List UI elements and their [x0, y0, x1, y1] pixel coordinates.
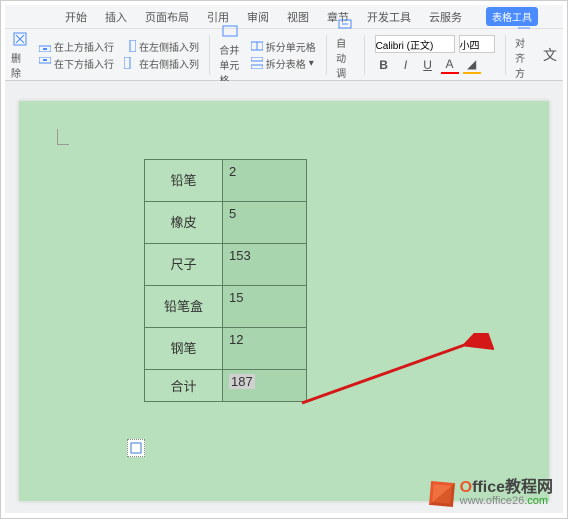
table-row: 铅笔2	[145, 160, 307, 202]
autofit-icon	[336, 15, 354, 33]
cell-name[interactable]: 尺子	[145, 244, 223, 286]
page-options-button[interactable]	[127, 439, 145, 457]
table-row: 尺子153	[145, 244, 307, 286]
tab-developer[interactable]: 开发工具	[367, 9, 411, 25]
tab-view[interactable]: 视图	[287, 9, 309, 25]
font-color-button[interactable]: A	[441, 56, 459, 74]
watermark-title: Office教程网	[460, 480, 553, 496]
cell-value[interactable]: 5	[223, 202, 307, 244]
paragraph-mark	[57, 129, 69, 145]
data-table[interactable]: 铅笔2 橡皮5 尺子153 铅笔盒15 钢笔12 合计 187	[144, 159, 307, 402]
font-size-select[interactable]	[459, 35, 495, 53]
total-label[interactable]: 合计	[145, 370, 223, 402]
ribbon-tabs: 开始 插入 页面布局 引用 审阅 视图 章节 开发工具 云服务 表格工具	[5, 5, 563, 29]
tab-start[interactable]: 开始	[65, 9, 87, 25]
annotation-arrow	[294, 333, 494, 433]
align-icon	[515, 15, 533, 33]
tab-cloud[interactable]: 云服务	[429, 9, 462, 25]
total-cell[interactable]: 187	[223, 370, 307, 402]
text-direction[interactable]: 文	[543, 45, 557, 65]
font-family-select[interactable]	[375, 35, 455, 53]
insert-row-below[interactable]: 在下方插入行	[39, 56, 114, 71]
bold-button[interactable]: B	[375, 56, 393, 74]
cell-value[interactable]: 2	[223, 160, 307, 202]
toolbar: 删除 在上方插入行 在下方插入行 在左侧插入列 在右侧插入列 合并单元格 拆分单…	[5, 29, 563, 81]
merge-cells-button[interactable]: 合并单元格	[219, 22, 240, 87]
chevron-down-icon: ▾	[309, 58, 314, 69]
cell-value[interactable]: 12	[223, 328, 307, 370]
table-row: 钢笔12	[145, 328, 307, 370]
tab-insert[interactable]: 插入	[105, 9, 127, 25]
table-row: 铅笔盒15	[145, 286, 307, 328]
cell-name[interactable]: 铅笔盒	[145, 286, 223, 328]
tab-page-layout[interactable]: 页面布局	[145, 9, 189, 25]
delete-button[interactable]: 删除	[11, 30, 29, 80]
merge-icon	[221, 22, 239, 40]
split-table[interactable]: 拆分表格▾	[251, 56, 316, 71]
cell-value[interactable]: 153	[223, 244, 307, 286]
tab-review[interactable]: 审阅	[247, 9, 269, 25]
watermark: Office教程网 www.office26.com	[430, 480, 553, 507]
cell-name[interactable]: 铅笔	[145, 160, 223, 202]
document-canvas: 铅笔2 橡皮5 尺子153 铅笔盒15 钢笔12 合计 187 Office教程网…	[5, 81, 563, 513]
delete-icon	[11, 30, 29, 48]
italic-button[interactable]: I	[397, 56, 415, 74]
cell-name[interactable]: 钢笔	[145, 328, 223, 370]
page[interactable]: 铅笔2 橡皮5 尺子153 铅笔盒15 钢笔12 合计 187	[19, 101, 549, 501]
watermark-url: www.office26.com	[460, 496, 553, 507]
highlight-button[interactable]: ◢	[463, 56, 481, 74]
cell-value[interactable]: 15	[223, 286, 307, 328]
table-row: 橡皮5	[145, 202, 307, 244]
cell-name[interactable]: 橡皮	[145, 202, 223, 244]
underline-button[interactable]: U	[419, 56, 437, 74]
insert-col-left[interactable]: 在左侧插入列	[124, 39, 199, 54]
insert-row-above[interactable]: 在上方插入行	[39, 39, 114, 54]
insert-col-right[interactable]: 在右侧插入列	[124, 56, 199, 71]
total-value: 187	[229, 374, 255, 389]
office-logo-icon	[429, 480, 455, 506]
split-cell[interactable]: 拆分单元格	[251, 39, 316, 54]
table-row-total: 合计 187	[145, 370, 307, 402]
